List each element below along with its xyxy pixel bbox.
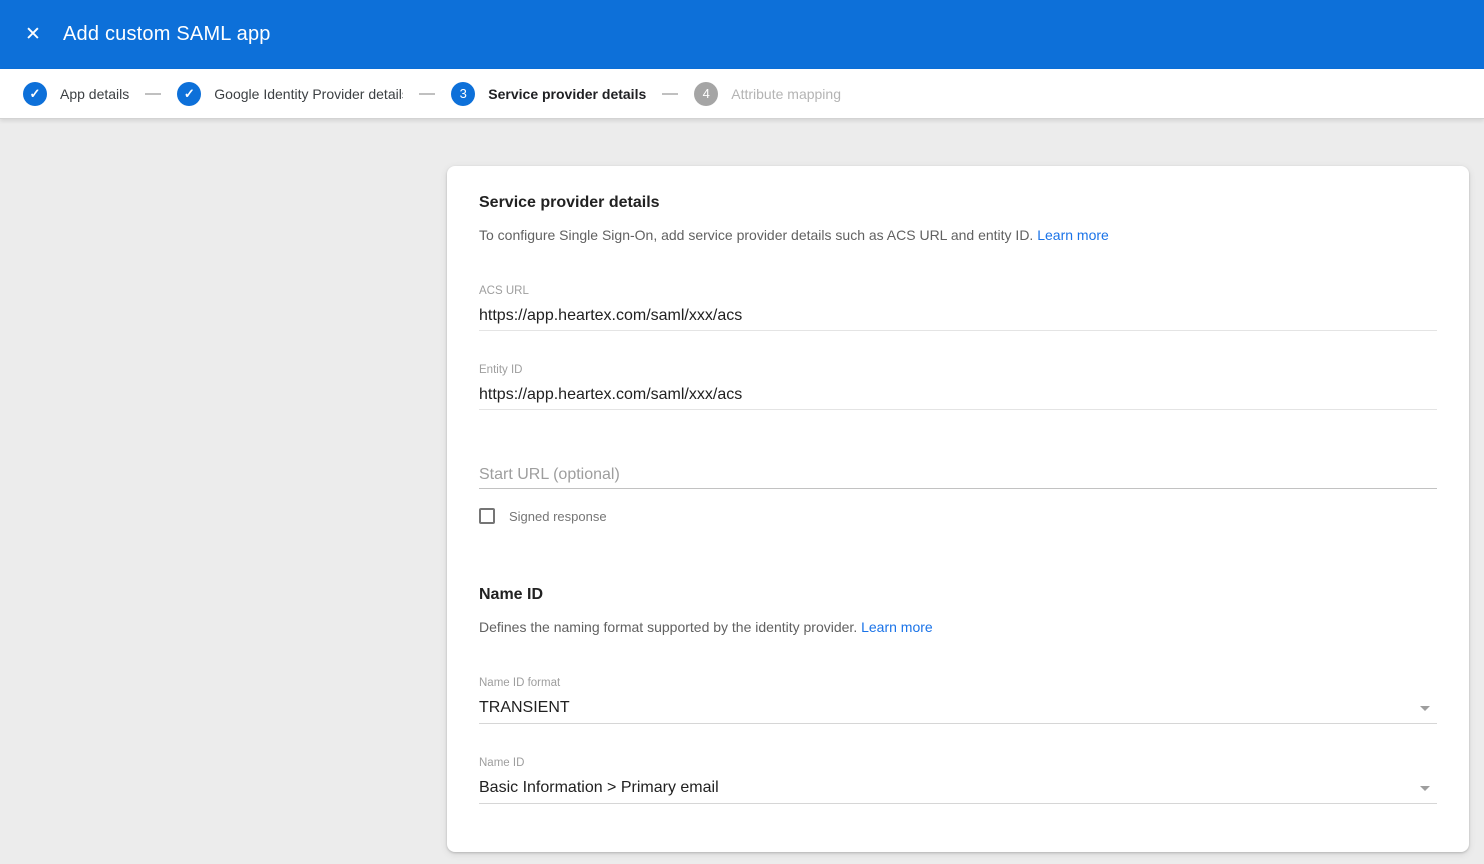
entity-id-field-group: Entity ID xyxy=(479,364,1437,410)
service-provider-details-card: Service provider details To configure Si… xyxy=(447,166,1469,852)
card-description: To configure Single Sign-On, add service… xyxy=(479,227,1437,243)
card-title: Service provider details xyxy=(479,166,1437,212)
step-label: Service provider details xyxy=(488,86,646,102)
dialog-header: ✕ Add custom SAML app xyxy=(0,0,1484,69)
entity-id-input[interactable] xyxy=(479,386,1437,410)
name-id-select[interactable]: Basic Information > Primary email xyxy=(479,779,1437,804)
dropdown-arrow-icon xyxy=(1420,786,1430,791)
name-id-description: Defines the naming format supported by t… xyxy=(479,619,1437,635)
name-id-value: Basic Information > Primary email xyxy=(479,779,719,797)
step-number-badge: 4 xyxy=(694,82,718,106)
signed-response-checkbox[interactable] xyxy=(479,508,495,524)
dialog-title: Add custom SAML app xyxy=(63,23,271,46)
name-id-label: Name ID xyxy=(479,757,1437,769)
learn-more-link[interactable]: Learn more xyxy=(861,619,933,635)
name-id-description-text: Defines the naming format supported by t… xyxy=(479,619,857,635)
name-id-format-label: Name ID format xyxy=(479,677,1437,689)
close-icon[interactable]: ✕ xyxy=(20,22,46,48)
acs-url-input[interactable] xyxy=(479,307,1437,331)
signed-response-checkbox-row[interactable]: Signed response xyxy=(479,508,1437,524)
step-google-idp-details[interactable]: ✓ Google Identity Provider details xyxy=(177,82,403,106)
acs-url-label: ACS URL xyxy=(479,285,1437,297)
wizard-stepper: ✓ App details ✓ Google Identity Provider… xyxy=(0,69,1484,119)
name-id-section-title: Name ID xyxy=(479,586,1437,604)
learn-more-link[interactable]: Learn more xyxy=(1037,227,1109,243)
name-id-format-value: TRANSIENT xyxy=(479,699,570,717)
step-separator xyxy=(662,93,678,95)
card-description-text: To configure Single Sign-On, add service… xyxy=(479,227,1033,243)
acs-url-field-group: ACS URL xyxy=(479,285,1437,331)
name-id-field-group: Name ID Basic Information > Primary emai… xyxy=(479,757,1437,804)
signed-response-label: Signed response xyxy=(509,509,607,524)
step-completed-check-icon: ✓ xyxy=(23,82,47,106)
step-label: App details xyxy=(60,86,129,102)
add-custom-saml-app-dialog: ✕ Add custom SAML app ✓ App details ✓ Go… xyxy=(0,0,1484,864)
step-label: Attribute mapping xyxy=(731,86,841,102)
step-separator xyxy=(419,93,435,95)
name-id-format-select[interactable]: TRANSIENT xyxy=(479,699,1437,724)
step-app-details[interactable]: ✓ App details xyxy=(23,82,129,106)
entity-id-label: Entity ID xyxy=(479,364,1437,376)
step-number-badge: 3 xyxy=(451,82,475,106)
start-url-input[interactable] xyxy=(479,466,1437,489)
step-service-provider-details[interactable]: 3 Service provider details xyxy=(451,82,646,106)
step-attribute-mapping[interactable]: 4 Attribute mapping xyxy=(694,82,841,106)
step-separator xyxy=(145,93,161,95)
name-id-format-field-group: Name ID format TRANSIENT xyxy=(479,677,1437,724)
step-label: Google Identity Provider details xyxy=(214,86,403,102)
step-completed-check-icon: ✓ xyxy=(177,82,201,106)
dropdown-arrow-icon xyxy=(1420,706,1430,711)
